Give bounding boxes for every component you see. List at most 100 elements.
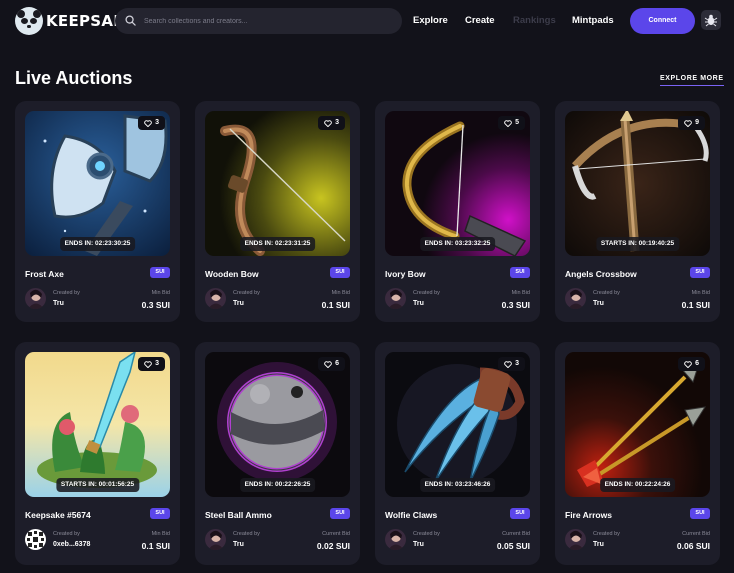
- nft-image[interactable]: 9 STARTS IN: 00:19:40:25: [565, 111, 710, 256]
- bid-value: 0.02 SUI: [316, 541, 350, 551]
- connect-button[interactable]: Connect: [630, 8, 695, 34]
- item-name[interactable]: Keepsake #5674: [25, 510, 91, 520]
- auction-timer: STARTS IN: 00:01:56:25: [55, 478, 140, 492]
- bid-value: 0.3 SUI: [141, 300, 170, 310]
- like-count: 3: [155, 119, 159, 126]
- currency-badge: SUI: [330, 508, 350, 519]
- created-by-label: Created by: [413, 290, 440, 296]
- bid-label: Current Bid: [682, 531, 710, 537]
- currency-badge: SUI: [690, 267, 710, 278]
- auction-card[interactable]: 3 ENDS IN: 02:23:31:25 Wooden Bow SUI Cr…: [195, 101, 360, 322]
- auction-card[interactable]: 9 STARTS IN: 00:19:40:25 Angels Crossbow…: [555, 101, 720, 322]
- creator-name[interactable]: Tru: [593, 300, 604, 307]
- creator-avatar[interactable]: [565, 529, 586, 550]
- explore-more-link[interactable]: EXPLORE MORE: [660, 75, 724, 86]
- nft-image[interactable]: 6 ENDS IN: 00:22:24:26: [565, 352, 710, 497]
- like-button[interactable]: 6: [678, 357, 705, 371]
- theme-toggle-button[interactable]: [701, 10, 721, 30]
- creator-avatar[interactable]: [385, 529, 406, 550]
- creator-name[interactable]: Tru: [413, 300, 424, 307]
- panda-logo-icon[interactable]: [15, 7, 43, 35]
- nav-create[interactable]: Create: [465, 15, 495, 26]
- nft-image[interactable]: 3 ENDS IN: 02:23:30:25: [25, 111, 170, 256]
- item-name[interactable]: Fire Arrows: [565, 510, 612, 520]
- bid-value: 0.1 SUI: [141, 541, 170, 551]
- top-nav-bar: KEEPSAKE Explore Create Rankings Mintpad…: [0, 0, 734, 44]
- search-bar[interactable]: [115, 8, 402, 34]
- creator-avatar[interactable]: [205, 529, 226, 550]
- like-button[interactable]: 3: [318, 116, 345, 130]
- like-count: 5: [515, 119, 519, 126]
- bid-label: Min Bid: [151, 531, 170, 537]
- heart-icon: [684, 360, 692, 368]
- like-button[interactable]: 3: [138, 357, 165, 371]
- currency-badge: SUI: [510, 267, 530, 278]
- creator-avatar[interactable]: [25, 288, 46, 309]
- auction-timer: ENDS IN: 02:23:30:25: [59, 237, 136, 251]
- like-button[interactable]: 3: [138, 116, 165, 130]
- bid-label: Min Bid: [511, 290, 530, 296]
- search-input[interactable]: [144, 13, 394, 29]
- item-name[interactable]: Angels Crossbow: [565, 269, 637, 279]
- auction-card[interactable]: 3 ENDS IN: 02:23:30:25 Frost Axe SUI Cre…: [15, 101, 180, 322]
- creator-avatar[interactable]: [385, 288, 406, 309]
- auction-card[interactable]: 3 ENDS IN: 03:23:46:26 Wolfie Claws SUI …: [375, 342, 540, 565]
- bid-value: 0.1 SUI: [321, 300, 350, 310]
- heart-icon: [324, 119, 332, 127]
- heart-icon: [504, 119, 512, 127]
- like-button[interactable]: 5: [498, 116, 525, 130]
- currency-badge: SUI: [510, 508, 530, 519]
- nft-image[interactable]: 6 ENDS IN: 00:22:26:25: [205, 352, 350, 497]
- heart-icon: [684, 119, 692, 127]
- auction-timer: ENDS IN: 02:23:31:25: [239, 237, 316, 251]
- created-by-label: Created by: [413, 531, 440, 537]
- creator-name[interactable]: Tru: [413, 541, 424, 548]
- item-name[interactable]: Steel Ball Ammo: [205, 510, 272, 520]
- like-count: 6: [695, 360, 699, 367]
- creator-name[interactable]: 0xeb...6378: [53, 541, 90, 548]
- item-name[interactable]: Ivory Bow: [385, 269, 426, 279]
- creator-name[interactable]: Tru: [233, 541, 244, 548]
- nav-explore[interactable]: Explore: [413, 15, 448, 26]
- section-title: Live Auctions: [15, 68, 133, 88]
- creator-avatar[interactable]: [25, 529, 46, 550]
- auction-card[interactable]: 3 STARTS IN: 00:01:56:25 Keepsake #5674 …: [15, 342, 180, 565]
- created-by-label: Created by: [233, 290, 260, 296]
- auction-timer: STARTS IN: 00:19:40:25: [595, 237, 680, 251]
- auction-timer: ENDS IN: 00:22:24:26: [599, 478, 676, 492]
- auction-card[interactable]: 5 ENDS IN: 03:23:32:25 Ivory Bow SUI Cre…: [375, 101, 540, 322]
- currency-badge: SUI: [150, 267, 170, 278]
- nft-image[interactable]: 5 ENDS IN: 03:23:32:25: [385, 111, 530, 256]
- creator-name[interactable]: Tru: [53, 300, 64, 307]
- item-name[interactable]: Frost Axe: [25, 269, 64, 279]
- like-count: 6: [335, 360, 339, 367]
- creator-avatar[interactable]: [565, 288, 586, 309]
- nft-image[interactable]: 3 ENDS IN: 03:23:46:26: [385, 352, 530, 497]
- nft-image[interactable]: 3 STARTS IN: 00:01:56:25: [25, 352, 170, 497]
- bid-value: 0.3 SUI: [501, 300, 530, 310]
- like-count: 3: [335, 119, 339, 126]
- nav-rankings[interactable]: Rankings: [513, 15, 556, 26]
- nft-image[interactable]: 3 ENDS IN: 02:23:31:25: [205, 111, 350, 256]
- created-by-label: Created by: [593, 531, 620, 537]
- like-button[interactable]: 3: [498, 357, 525, 371]
- like-count: 9: [695, 119, 699, 126]
- like-count: 3: [155, 360, 159, 367]
- item-name[interactable]: Wooden Bow: [205, 269, 259, 279]
- auction-timer: ENDS IN: 03:23:46:26: [419, 478, 496, 492]
- currency-badge: SUI: [150, 508, 170, 519]
- auction-card[interactable]: 6 ENDS IN: 00:22:24:26 Fire Arrows SUI C…: [555, 342, 720, 565]
- creator-name[interactable]: Tru: [233, 300, 244, 307]
- auction-card[interactable]: 6 ENDS IN: 00:22:26:25 Steel Ball Ammo S…: [195, 342, 360, 565]
- nav-mintpads[interactable]: Mintpads: [572, 15, 614, 26]
- like-button[interactable]: 6: [318, 357, 345, 371]
- creator-name[interactable]: Tru: [593, 541, 604, 548]
- created-by-label: Created by: [53, 531, 80, 537]
- bid-label: Min Bid: [331, 290, 350, 296]
- creator-avatar[interactable]: [205, 288, 226, 309]
- like-button[interactable]: 9: [678, 116, 705, 130]
- heart-icon: [144, 119, 152, 127]
- currency-badge: SUI: [330, 267, 350, 278]
- bid-value: 0.1 SUI: [681, 300, 710, 310]
- item-name[interactable]: Wolfie Claws: [385, 510, 437, 520]
